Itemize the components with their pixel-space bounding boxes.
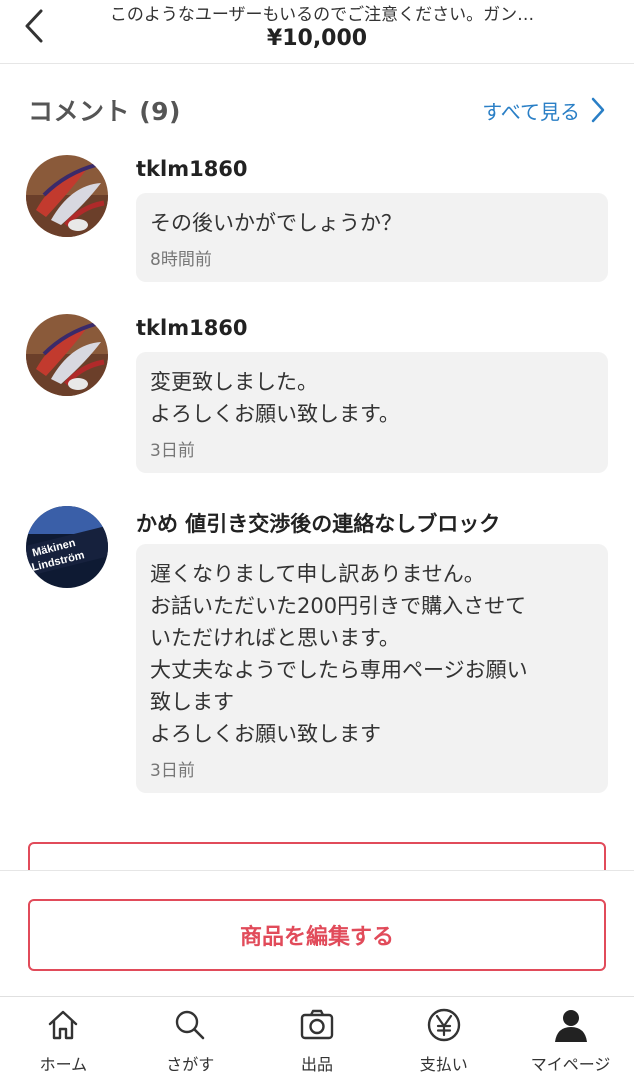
- tab-label: マイページ: [530, 1055, 611, 1074]
- comment-username[interactable]: tklm1860: [136, 316, 248, 340]
- comment-username[interactable]: tklm1860: [136, 157, 248, 181]
- comment-bubble: その後いかがでしょうか？ 8時間前: [136, 193, 608, 282]
- see-all-link[interactable]: すべて見る: [482, 96, 606, 125]
- tab-sell[interactable]: 出品: [254, 997, 381, 1080]
- person-icon: [553, 1007, 589, 1043]
- tab-label: 出品: [300, 1055, 333, 1074]
- comment-bubble: 遅くなりまして申し訳ありません。 お話いただいた200円引きで購入させて いただ…: [136, 544, 608, 793]
- comment-text: 変更致しました。 よろしくお願い致します。: [150, 370, 400, 426]
- comment-text: 遅くなりまして申し訳ありません。 お話いただいた200円引きで購入させて いただ…: [150, 562, 528, 746]
- avatar[interactable]: [26, 314, 108, 396]
- avatar[interactable]: Mäkinen Lindström: [26, 506, 108, 588]
- avatar[interactable]: [26, 155, 108, 237]
- tab-label: 支払い: [419, 1055, 468, 1074]
- item-title: このようなユーザーもいるのでご注意ください。ガン…: [109, 5, 535, 22]
- comment-item: tklm1860 変更致しました。 よろしくお願い致します。 3日前: [26, 314, 608, 484]
- comment-bubble: 変更致しました。 よろしくお願い致します。 3日前: [136, 352, 608, 473]
- comment-text: その後いかがでしょうか？: [150, 211, 402, 235]
- search-icon: [172, 1007, 208, 1043]
- comment-time: 8時間前: [150, 250, 212, 270]
- camera-icon: [299, 1007, 335, 1043]
- tab-payment[interactable]: 支払い: [380, 997, 507, 1080]
- tab-label: さがす: [166, 1055, 215, 1074]
- comment-time: 3日前: [150, 441, 195, 461]
- home-icon: [45, 1007, 81, 1043]
- app-header: このようなユーザーもいるのでご注意ください。ガン… ¥10,000: [0, 0, 634, 64]
- comment-username[interactable]: かめ 値引き交渉後の連絡なしブロック: [136, 508, 500, 538]
- tab-mypage[interactable]: マイページ: [507, 997, 634, 1080]
- comments-header: コメント (9) すべて見る: [28, 90, 606, 130]
- yen-icon: [426, 1007, 462, 1043]
- chevron-right-icon: [591, 97, 605, 123]
- comment-item: Mäkinen Lindström かめ 値引き交渉後の連絡なしブロック 遅くな…: [26, 506, 608, 806]
- tab-label: ホーム: [39, 1055, 88, 1074]
- tab-search[interactable]: さがす: [127, 997, 254, 1080]
- bottom-action-area: 商品を編集する: [0, 870, 634, 996]
- item-price: ¥10,000: [266, 26, 368, 51]
- tab-bar: ホーム さがす 出品 支払い マイページ: [0, 996, 634, 1080]
- tab-home[interactable]: ホーム: [0, 997, 127, 1080]
- comment-item: tklm1860 その後いかがでしょうか？ 8時間前: [26, 155, 608, 290]
- comments-title: コメント (9): [28, 97, 181, 126]
- comment-time: 3日前: [150, 761, 195, 781]
- see-all-label: すべて見る: [482, 99, 580, 124]
- edit-item-button[interactable]: 商品を編集する: [28, 899, 606, 971]
